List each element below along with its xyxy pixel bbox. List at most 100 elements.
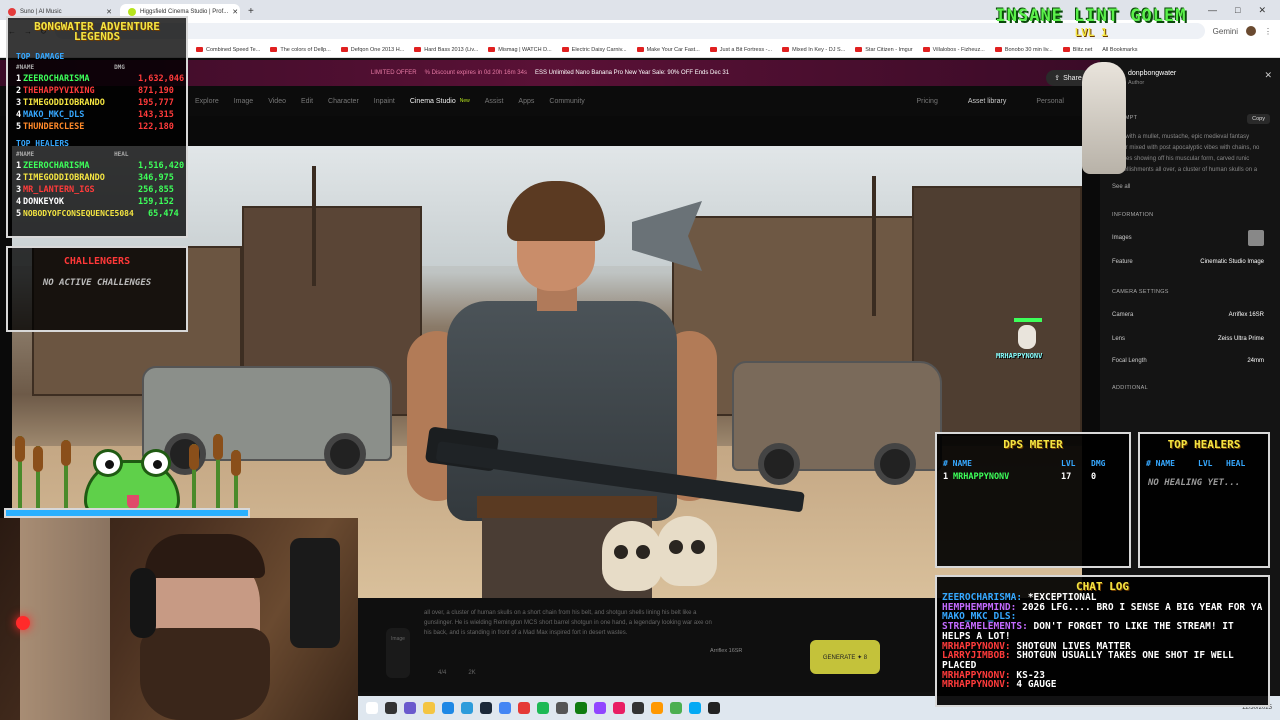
new-tab-button[interactable]: + [240, 6, 262, 17]
damage-row: 4 MAKO_MKC_DLS 143,315 [16, 110, 174, 120]
xbox-icon[interactable] [575, 702, 587, 714]
search-icon[interactable] [366, 702, 378, 714]
author-info: donpbongwater Author [1128, 70, 1176, 86]
app-icon[interactable] [499, 702, 511, 714]
cattail [61, 440, 71, 516]
nav-video[interactable]: Video [268, 98, 286, 105]
app-icon[interactable] [689, 702, 701, 714]
profile-avatar[interactable] [1246, 26, 1256, 36]
bookmark[interactable]: Defqon One 2013 H... [340, 47, 404, 53]
spotify-icon[interactable] [537, 702, 549, 714]
bookmark[interactable]: Make Your Car Fast... [636, 47, 700, 53]
feature-row: Feature Cinematic Studio Image [1112, 259, 1264, 265]
viewer-name: MRHAPPYNONV [996, 352, 1043, 360]
prompt-input[interactable]: all over, a cluster of human skulls on a… [424, 608, 714, 638]
app-icon[interactable] [404, 702, 416, 714]
bookmark[interactable]: The colors of Dellp... [270, 47, 331, 53]
boss-name: INSANE LINT GOLEM [995, 6, 1187, 26]
pager: 4/4 2K [438, 670, 476, 676]
healer-row: 2 TIMEGODDIOBRANDO 346,975 [16, 173, 174, 183]
generate-button[interactable]: GENERATE ✦ 8 [810, 640, 880, 674]
copy-button[interactable]: Copy [1247, 114, 1270, 124]
model-selector[interactable]: Arriflex 16SR [710, 648, 742, 654]
see-all-link[interactable]: See all [1112, 184, 1130, 190]
boss-level: LVL 1 [1074, 26, 1108, 39]
author-name[interactable]: donpbongwater [1128, 70, 1176, 77]
tab-label: Higgsfield Cinema Studio | Prof... [140, 9, 229, 15]
chrome-icon[interactable] [670, 702, 682, 714]
close-window-button[interactable]: ✕ [1258, 5, 1266, 16]
bookmark[interactable]: Hard Bass 2013 (Liv... [414, 47, 478, 53]
challengers-title: CHALLENGERS [63, 256, 131, 267]
focal-length-row: Focal Length 24mm [1112, 358, 1264, 364]
app-icon[interactable] [518, 702, 530, 714]
app-icon[interactable] [708, 702, 720, 714]
close-icon[interactable]: ✕ [1264, 70, 1272, 81]
nav-community[interactable]: Community [549, 98, 584, 105]
lens-row: Lens Zeiss Ultra Prime [1112, 336, 1264, 342]
dps-title: DPS METER [1003, 438, 1063, 451]
bookmark-icon [636, 47, 644, 52]
close-tab-icon[interactable]: ✕ [232, 8, 238, 16]
app-icon[interactable] [651, 702, 663, 714]
nav-cinema-studio[interactable]: Cinema Studio [410, 98, 456, 105]
app-icon[interactable] [556, 702, 568, 714]
resolution[interactable]: 2K [468, 670, 475, 676]
images-row: Images [1112, 235, 1132, 241]
menu-icon[interactable]: ⋮ [1264, 27, 1272, 36]
nav-character[interactable]: Character [328, 98, 359, 105]
warrior-figure [407, 161, 805, 598]
bookmark[interactable]: Electric Daisy Carniv... [561, 47, 627, 53]
nav-assist[interactable]: Assist [485, 98, 504, 105]
camera-row: Camera Arriflex 16SR [1112, 312, 1264, 318]
pole [312, 166, 316, 286]
bookmark[interactable]: Mixed In Key - DJ S... [782, 47, 845, 53]
maximize-button[interactable]: □ [1235, 5, 1240, 16]
bookmark[interactable]: Blitz.net [1062, 47, 1092, 53]
yeti-sprite [1082, 62, 1126, 174]
all-bookmarks-button[interactable]: All Bookmarks [1102, 47, 1137, 53]
app-icon[interactable] [632, 702, 644, 714]
edge-icon[interactable] [442, 702, 454, 714]
legends-leaderboard: BONGWATER ADVENTURE LEGENDS TOP DAMAGE #… [6, 16, 188, 238]
bookmark[interactable]: Star Citizen - Imgur [855, 47, 913, 53]
app-icon[interactable] [613, 702, 625, 714]
streamer-beard [140, 628, 270, 720]
close-tab-icon[interactable]: ✕ [106, 8, 112, 16]
file-explorer-icon[interactable] [423, 702, 435, 714]
window-controls: — □ ✕ [1208, 5, 1280, 16]
bookmark[interactable]: Just a Bit Fortress -... [709, 47, 772, 53]
bookmark[interactable]: Bonobo 30 min liv... [994, 47, 1053, 53]
nav-inpaint[interactable]: Inpaint [374, 98, 395, 105]
wheel [758, 443, 800, 485]
nav-asset-library[interactable]: Asset library [968, 98, 1007, 105]
bookmark[interactable]: Mismag | WATCH D... [488, 47, 552, 53]
task-view-icon[interactable] [385, 702, 397, 714]
additional-label[interactable]: ADDITIONAL [1112, 385, 1148, 391]
bookmark-icon [196, 47, 203, 52]
red-light [16, 616, 30, 630]
skull [657, 516, 717, 586]
nav-apps[interactable]: Apps [518, 98, 534, 105]
frog-pond [4, 430, 250, 518]
twitch-icon[interactable] [594, 702, 606, 714]
healer-row: 4 DONKEYOK 159,152 [16, 197, 174, 207]
viewer-health-bar [1014, 318, 1042, 322]
bookmark[interactable]: Combined Speed Te... [196, 47, 260, 53]
batch-count[interactable]: 4/4 [438, 670, 446, 676]
nav-personal[interactable]: Personal [1036, 98, 1064, 105]
screen: Suno | AI Music ✕ Higgsfield Cinema Stud… [0, 0, 1280, 720]
shell-belt [477, 496, 657, 518]
nav-pricing[interactable]: Pricing [916, 98, 937, 105]
nav-edit[interactable]: Edit [301, 98, 313, 105]
image-tool[interactable]: Image [386, 628, 410, 678]
promo-text: ESS Unlimited Nano Banana Pro New Year S… [534, 70, 730, 76]
bookmark-icon [782, 47, 790, 52]
app-icon[interactable] [461, 702, 473, 714]
chat-log: CHAT LOG ZEEROCHARISMA: *EXCEPTIONAL HEM… [935, 575, 1270, 707]
chat-message: STREAMELEMENTS: DON'T FORGET TO LIKE THE… [942, 621, 1234, 642]
gemini-button[interactable]: Gemini [1213, 27, 1238, 36]
steam-icon[interactable] [480, 702, 492, 714]
image-thumbnail[interactable] [1248, 230, 1264, 246]
bookmark[interactable]: Villalobos - Fizheuz... [922, 47, 985, 53]
